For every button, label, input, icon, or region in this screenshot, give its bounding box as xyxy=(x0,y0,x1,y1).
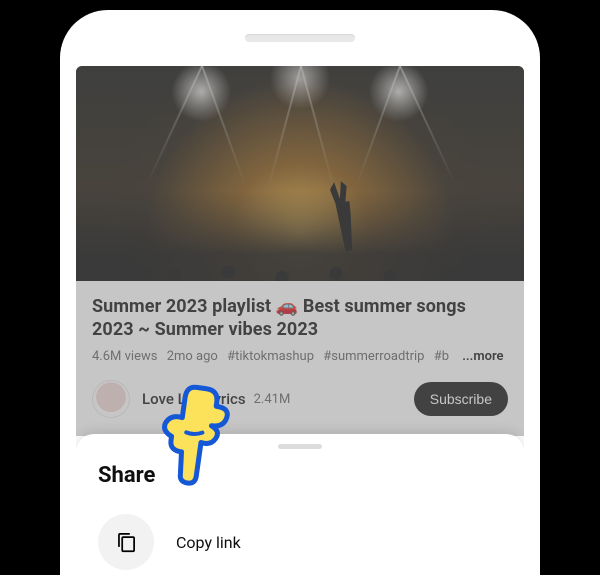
sheet-grabber[interactable] xyxy=(278,444,322,449)
phone-screen: Summer 2023 playlist 🚗 Best summer songs… xyxy=(76,66,524,575)
channel-avatar[interactable] xyxy=(92,380,130,418)
copy-icon xyxy=(98,514,154,570)
channel-subs: 2.41M xyxy=(254,392,291,407)
phone-speaker xyxy=(245,34,355,42)
video-meta-row[interactable]: 4.6M views 2mo ago #tiktokmashup #summer… xyxy=(92,349,508,364)
video-hashtag: #summerroadtrip xyxy=(323,349,424,364)
video-views: 4.6M views xyxy=(92,349,157,364)
copy-link-label: Copy link xyxy=(176,533,241,552)
copy-link-button[interactable]: Copy link xyxy=(76,510,524,574)
share-sheet: Share Copy link xyxy=(76,434,524,575)
video-age: 2mo ago xyxy=(167,349,218,364)
channel-row[interactable]: Love Life Lyrics 2.41M Subscribe xyxy=(76,370,524,434)
video-thumbnail[interactable] xyxy=(76,66,524,281)
video-title[interactable]: Summer 2023 playlist 🚗 Best summer songs… xyxy=(92,295,508,341)
video-hashtag-truncated: #b xyxy=(434,349,449,364)
subscribe-button[interactable]: Subscribe xyxy=(414,382,508,416)
share-sheet-title: Share xyxy=(98,463,524,488)
phone-frame: Summer 2023 playlist 🚗 Best summer songs… xyxy=(60,10,540,575)
more-link[interactable]: ...more xyxy=(462,349,503,364)
channel-name[interactable]: Love Life Lyrics xyxy=(142,390,246,408)
video-hashtag: #tiktokmashup xyxy=(227,349,314,364)
